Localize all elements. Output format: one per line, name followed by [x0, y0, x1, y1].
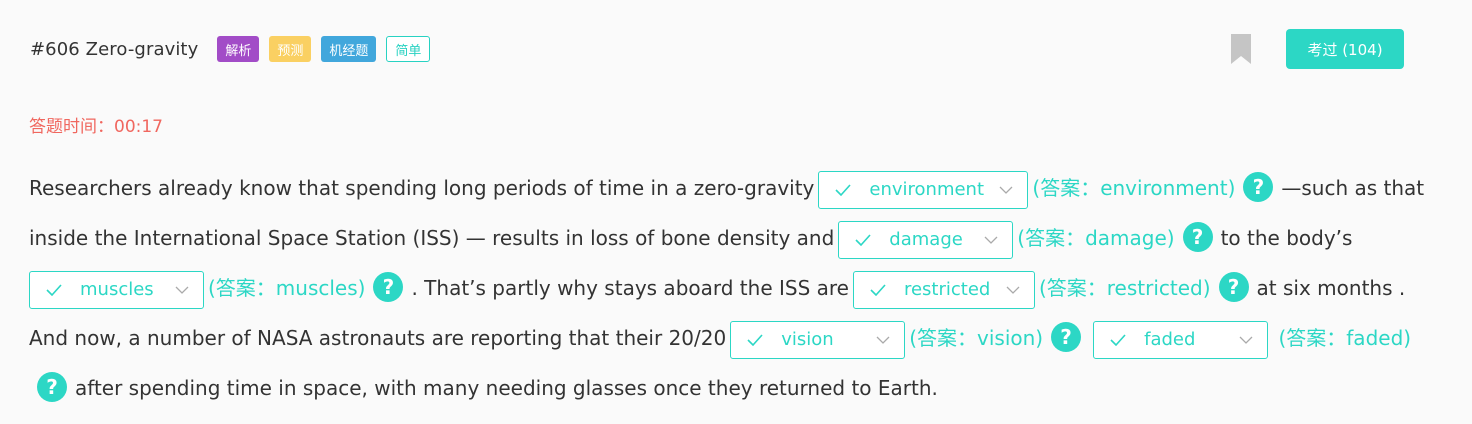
blank-value: vision	[781, 328, 834, 350]
passage-text: Researchers already know that spending l…	[29, 163, 1449, 413]
blank-value: damage	[889, 228, 963, 250]
tag-exam-question[interactable]: 机经题	[321, 36, 377, 62]
check-icon	[855, 233, 871, 246]
blank-select-4[interactable]: restricted	[852, 270, 1035, 309]
passage-segment: to the body’s	[1220, 226, 1353, 250]
timer-label: 答题时间：	[29, 117, 114, 137]
answer-hint: (答案：restricted)	[1038, 276, 1211, 300]
answer-hint: (答案：muscles)	[208, 276, 366, 300]
chevron-down-icon	[175, 286, 189, 294]
help-icon[interactable]: ?	[1051, 321, 1082, 352]
chevron-down-icon	[984, 236, 998, 244]
blank-value: environment	[869, 178, 985, 200]
help-icon[interactable]: ?	[1243, 171, 1274, 202]
answer-hint: (答案：damage)	[1017, 226, 1175, 250]
timer-value: 00:17	[114, 117, 163, 137]
tag-prediction[interactable]: 预测	[269, 36, 312, 62]
check-icon	[46, 283, 62, 296]
answer-hint: (答案：faded)	[1278, 326, 1412, 350]
blank-value: muscles	[80, 278, 154, 300]
chevron-down-icon	[876, 336, 890, 344]
passage-segment: Researchers already know that spending l…	[29, 176, 815, 200]
blank-select-6[interactable]: faded	[1093, 320, 1269, 359]
blank-value: restricted	[903, 278, 991, 300]
passage-segment: after spending time in space, with many …	[75, 376, 938, 400]
chevron-down-icon	[1239, 336, 1253, 344]
chevron-down-icon	[1006, 286, 1020, 294]
question-header: #606 Zero-gravity 解析 预测 机经题 简单	[30, 36, 440, 62]
tag-difficulty: 简单	[386, 36, 431, 62]
chevron-down-icon	[999, 186, 1013, 194]
blank-select-3[interactable]: muscles	[29, 270, 204, 309]
help-icon[interactable]: ?	[373, 271, 404, 302]
help-icon[interactable]: ?	[37, 371, 67, 402]
help-icon[interactable]: ?	[1182, 221, 1213, 252]
pass-button[interactable]: 考过 (104)	[1286, 29, 1404, 69]
check-icon	[835, 183, 851, 196]
help-icon[interactable]: ?	[1218, 271, 1249, 302]
tag-analysis[interactable]: 解析	[217, 36, 260, 62]
answer-timer: 答题时间：00:17	[29, 112, 163, 137]
check-icon	[1110, 333, 1126, 346]
blank-select-1[interactable]: environment	[818, 170, 1029, 209]
answer-hint: (答案：vision)	[909, 326, 1044, 350]
bookmark-icon[interactable]	[1231, 34, 1251, 64]
blank-select-5[interactable]: vision	[730, 320, 906, 359]
question-page: #606 Zero-gravity 解析 预测 机经题 简单 考过 (104) …	[0, 0, 1472, 424]
check-icon	[747, 333, 763, 346]
passage-segment: . That’s partly why stays aboard the ISS…	[411, 276, 849, 300]
question-title: #606 Zero-gravity	[30, 38, 199, 60]
blank-value: faded	[1144, 328, 1196, 350]
blank-select-2[interactable]: damage	[838, 220, 1014, 259]
answer-hint: (答案：environment)	[1032, 176, 1236, 200]
check-icon	[870, 283, 886, 296]
